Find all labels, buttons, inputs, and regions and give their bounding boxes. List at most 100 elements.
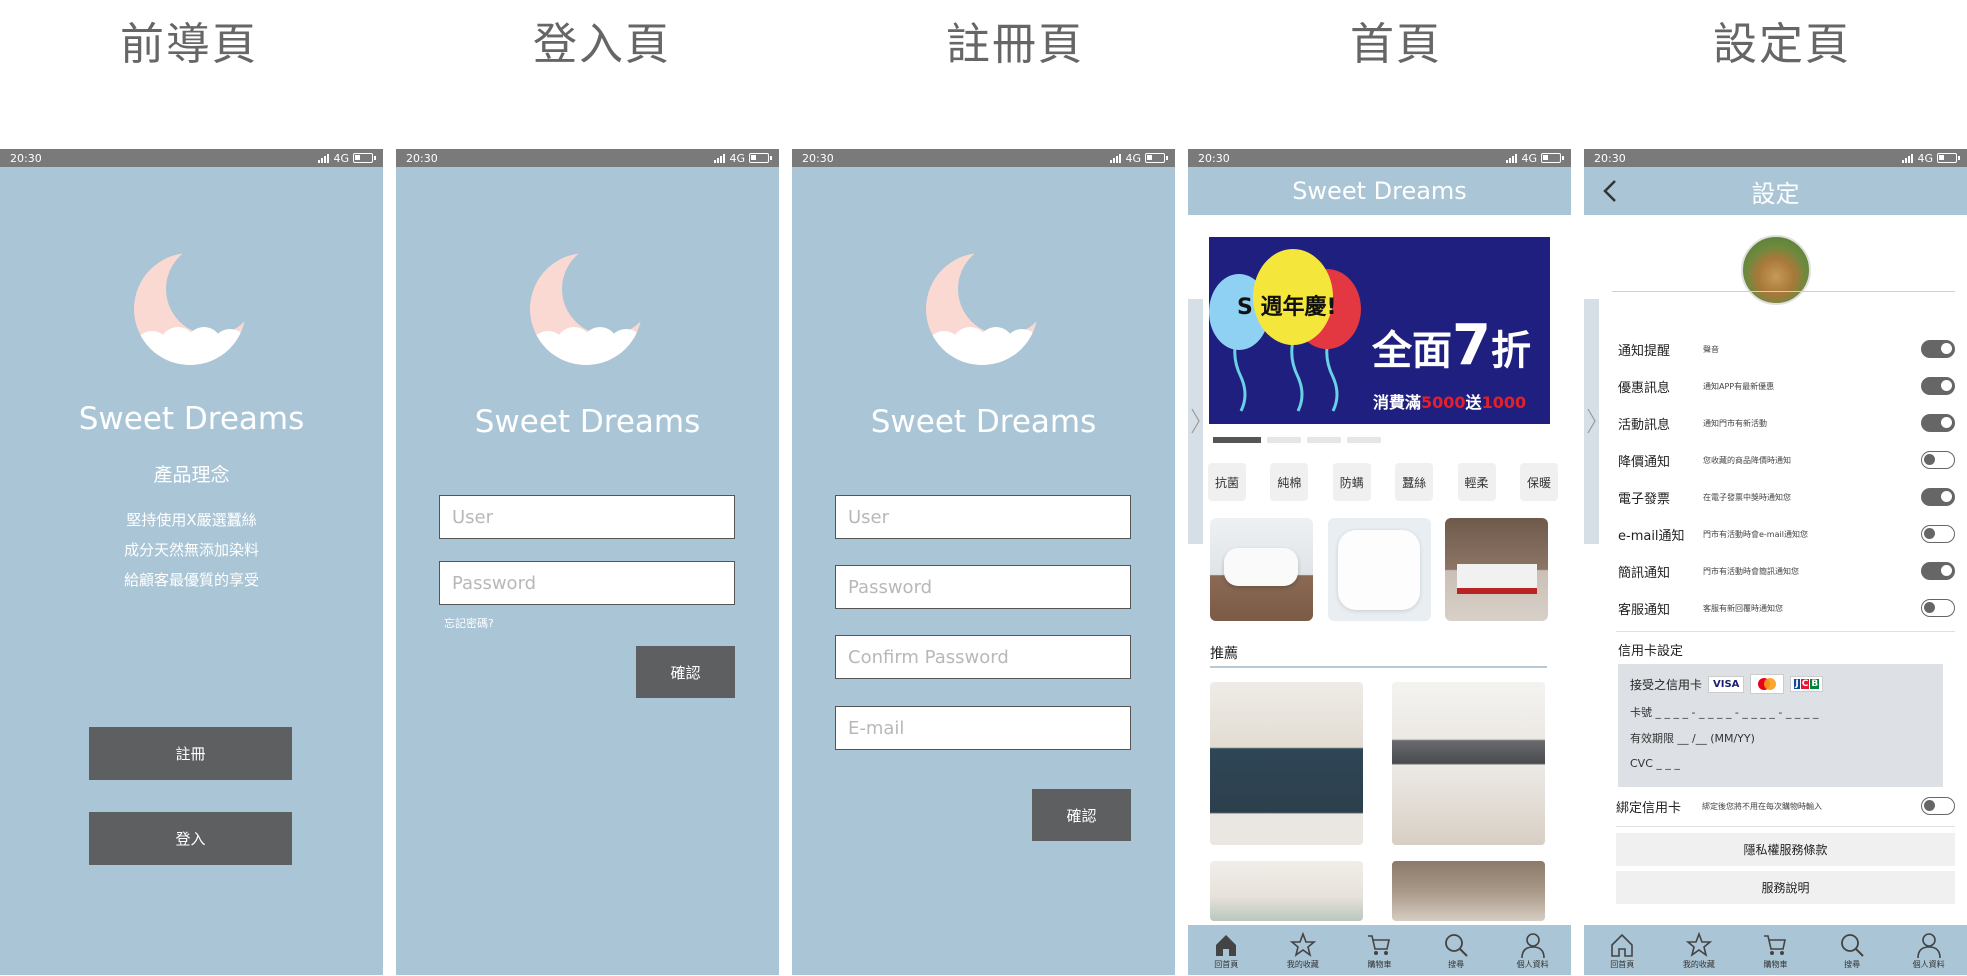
user-input[interactable]: User xyxy=(439,495,735,539)
anniversary-text: S 週年慶! xyxy=(1237,295,1337,320)
recommended-product[interactable] xyxy=(1210,861,1363,921)
user-input[interactable]: User xyxy=(835,495,1131,539)
login-button[interactable]: 登入 xyxy=(89,812,292,865)
password-input[interactable]: Password xyxy=(835,565,1131,609)
home-header-title: Sweet Dreams xyxy=(1292,177,1467,205)
search-icon xyxy=(1445,933,1468,957)
product-thumbnail-duvet[interactable] xyxy=(1210,518,1313,621)
back-arrow-icon[interactable] xyxy=(1600,178,1620,204)
category-chip[interactable]: 抗菌 xyxy=(1208,463,1246,501)
password-input[interactable]: Password xyxy=(439,561,735,605)
card-number-field[interactable]: 卡號 _ _ _ _ - _ _ _ _ - _ _ _ _ - _ _ _ _ xyxy=(1630,704,1818,720)
avatar[interactable] xyxy=(1741,235,1811,305)
recommended-product[interactable] xyxy=(1392,682,1545,845)
setting-toggle[interactable] xyxy=(1921,599,1955,617)
banner-headline: 全面 7 折 xyxy=(1372,313,1531,378)
carousel-dot[interactable] xyxy=(1307,437,1341,443)
title-settings: 設定頁 xyxy=(1713,19,1851,70)
card-form: 接受之信用卡 VISA JCB 卡號 _ _ _ _ - _ _ _ _ - _… xyxy=(1618,664,1943,787)
bind-card-row: 綁定信用卡 綁定後您將不用在每次購物時輸入 xyxy=(1616,793,1955,819)
setting-desc: 在電子發票中獎時通知您 xyxy=(1703,492,1791,502)
title-home: 首頁 xyxy=(1350,19,1442,70)
concept-line: 成分天然無添加染料 xyxy=(123,541,259,559)
comforter-image xyxy=(1338,530,1420,610)
tab-cart[interactable]: 購物車 xyxy=(1349,931,1409,970)
headline-number: 7 xyxy=(1452,313,1491,378)
network-label: 4G xyxy=(1521,151,1537,165)
setting-toggle[interactable] xyxy=(1921,488,1955,506)
status-time: 20:30 xyxy=(1594,151,1626,165)
forgot-password-link[interactable]: 忘記密碼? xyxy=(444,615,494,631)
email-input[interactable]: E-mail xyxy=(835,706,1131,750)
status-bar: 20:30 4G xyxy=(396,149,779,167)
carousel-dot[interactable] xyxy=(1267,437,1301,443)
network-label: 4G xyxy=(1917,151,1933,165)
category-chip[interactable]: 防螨 xyxy=(1332,463,1371,501)
concept-title: 產品理念 xyxy=(153,464,230,486)
bind-card-toggle[interactable] xyxy=(1921,797,1955,815)
setting-row: 通知提醒 聲音 xyxy=(1618,336,1955,362)
moon-logo-icon xyxy=(134,253,246,365)
tab-cart[interactable]: 購物車 xyxy=(1745,931,1805,970)
moon-logo-icon xyxy=(926,253,1038,365)
tab-home[interactable]: 回首頁 xyxy=(1196,931,1256,970)
setting-toggle[interactable] xyxy=(1921,377,1955,395)
login-screen: 20:30 4G Sweet Dreams User Password 忘記密碼… xyxy=(396,149,779,975)
register-button[interactable]: 註冊 xyxy=(89,727,292,780)
recommended-product[interactable] xyxy=(1210,682,1363,845)
tab-search[interactable]: 搜尋 xyxy=(1822,931,1882,970)
category-chip[interactable]: 輕柔 xyxy=(1457,463,1496,501)
setting-row: 降價通知 您收藏的商品降價時通知 xyxy=(1618,447,1955,473)
tab-label: 我的收藏 xyxy=(1682,959,1715,969)
network-label: 4G xyxy=(333,151,349,165)
product-thumbnail-comforter[interactable] xyxy=(1328,518,1431,621)
banner-promo: 消費滿5000送1000 xyxy=(1373,389,1526,413)
setting-desc: 聲音 xyxy=(1703,344,1719,354)
setting-toggle[interactable] xyxy=(1921,340,1955,358)
confirm-password-input[interactable]: Confirm Password xyxy=(835,635,1131,679)
tab-search[interactable]: 搜尋 xyxy=(1426,931,1486,970)
setting-label: 簡訊通知 xyxy=(1618,565,1671,581)
home-content: S 週年慶! 全面 7 折 消費滿5000送1000 抗菌 純棉 防螨 蠶絲 輕… xyxy=(1188,215,1571,925)
concept-line: 給顧客最優質的享受 xyxy=(123,571,259,589)
bind-card-desc: 綁定後您將不用在每次購物時輸入 xyxy=(1702,801,1822,811)
setting-row: 電子發票 在電子發票中獎時通知您 xyxy=(1618,484,1955,510)
confirm-button[interactable]: 確認 xyxy=(636,646,735,698)
scroll-handle[interactable] xyxy=(1584,299,1599,544)
category-chip[interactable]: 保暖 xyxy=(1519,463,1558,501)
card-cvc-field[interactable]: CVC _ _ _ xyxy=(1630,757,1680,770)
card-expiry-field[interactable]: 有效期限 __ /__ (MM/YY) xyxy=(1630,730,1755,746)
bottom-tabbar: 回首頁 我的收藏 購物車 搜尋 個人資料 xyxy=(1584,925,1967,975)
tab-favorites[interactable]: 我的收藏 xyxy=(1669,931,1729,970)
bind-card-label: 綁定信用卡 xyxy=(1616,800,1682,816)
user-icon xyxy=(1520,932,1545,958)
tab-profile[interactable]: 個人資料 xyxy=(1503,931,1563,970)
status-bar: 20:30 4G xyxy=(1584,149,1967,167)
tab-favorites[interactable]: 我的收藏 xyxy=(1273,931,1333,970)
network-label: 4G xyxy=(1125,151,1141,165)
settings-content: 通知提醒 聲音 優惠訊息 通知APP有最新優惠 活動訊息 通知門市有新活動 降價… xyxy=(1584,215,1967,925)
product-thumbnail-mattress[interactable] xyxy=(1445,518,1548,621)
service-info-button[interactable]: 服務說明 xyxy=(1616,871,1955,904)
category-row: 抗菌 純棉 防螨 蠶絲 輕柔 保暖 xyxy=(1208,463,1558,501)
carousel-dot-active[interactable] xyxy=(1213,437,1261,443)
confirm-button[interactable]: 確認 xyxy=(1032,789,1131,841)
carousel-dot[interactable] xyxy=(1347,437,1381,443)
privacy-terms-button[interactable]: 隱私權服務條款 xyxy=(1616,833,1955,866)
setting-toggle[interactable] xyxy=(1921,451,1955,469)
carousel-dots xyxy=(1213,437,1381,443)
recommended-product[interactable] xyxy=(1392,861,1545,921)
category-chip[interactable]: 純棉 xyxy=(1270,463,1309,501)
setting-toggle[interactable] xyxy=(1921,414,1955,432)
promo-text: 消費滿 xyxy=(1373,393,1422,412)
headline-prefix: 全面 xyxy=(1372,328,1452,374)
category-chip[interactable]: 蠶絲 xyxy=(1395,463,1434,501)
setting-toggle[interactable] xyxy=(1921,562,1955,580)
setting-toggle[interactable] xyxy=(1921,525,1955,543)
section-divider xyxy=(1616,826,1955,827)
promo-banner[interactable]: S 週年慶! 全面 7 折 消費滿5000送1000 xyxy=(1209,237,1550,424)
carousel-prev-handle[interactable] xyxy=(1188,299,1203,544)
tab-home[interactable]: 回首頁 xyxy=(1592,931,1652,970)
battery-icon xyxy=(749,153,772,163)
tab-profile[interactable]: 個人資料 xyxy=(1899,931,1959,970)
